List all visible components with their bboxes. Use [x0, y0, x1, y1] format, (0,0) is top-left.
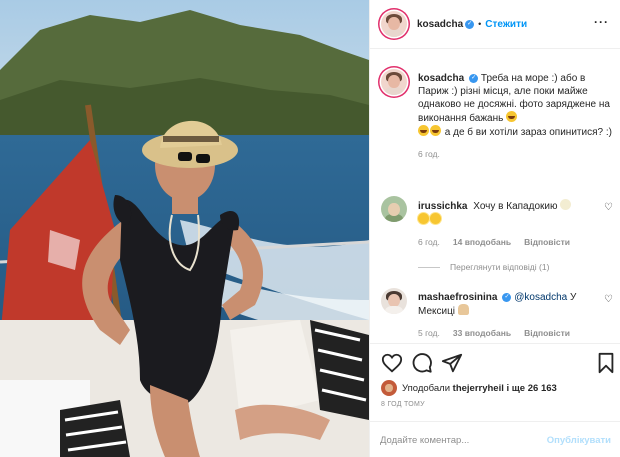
caption-avatar[interactable]	[381, 69, 407, 95]
liker-avatar[interactable]	[381, 380, 397, 396]
action-icons	[381, 352, 617, 376]
verified-badge-icon: ✓	[502, 292, 512, 302]
comment-time[interactable]: 5 год.	[418, 327, 440, 340]
verified-badge-icon: ✓	[469, 73, 479, 83]
liked-by-user[interactable]: thejerryheil	[453, 383, 504, 394]
comment-mention[interactable]: @kosadcha	[514, 292, 567, 303]
commenter-avatar[interactable]	[381, 196, 407, 222]
comment-body: mashaefrosinina ✓ @kosadcha У Мексиці 5 г…	[418, 291, 613, 340]
heart-icon[interactable]: ♡	[604, 294, 613, 305]
caption-text-2: а де б ви хотіли зараз опинитися? :)	[444, 127, 612, 138]
more-options-icon[interactable]: ···	[594, 16, 609, 28]
like-heart-icon[interactable]	[381, 352, 403, 374]
author-info: kosadcha ✓ • Стежити	[417, 19, 527, 30]
post-photo[interactable]	[0, 0, 369, 457]
separator-dot: •	[478, 19, 482, 29]
laughing-emoji-icon	[430, 125, 441, 136]
caption: kosadcha ✓ Треба на море :) або в Париж :…	[381, 69, 613, 179]
liked-by-count[interactable]: і ще 26 163	[507, 383, 557, 394]
comment-meta: 5 год. 33 вподобань Відповісти	[418, 327, 613, 340]
comment-text: Хочу в Кападокию	[473, 201, 558, 212]
actions-section: Уподобали thejerryheil і ще 26 163 8 ГОД…	[370, 343, 620, 448]
caption-meta: 6 год.	[418, 148, 613, 161]
view-replies-button[interactable]: Переглянути відповіді (1)	[418, 262, 549, 272]
liked-by-prefix: Уподобали	[402, 382, 451, 394]
post-time-ago[interactable]: 8 ГОД ТОМУ	[381, 401, 425, 408]
sun-emoji-icon	[430, 213, 441, 224]
heart-icon[interactable]: ♡	[604, 202, 613, 213]
comment-username[interactable]: irussichka	[418, 201, 467, 212]
comment-item: irussichka Хочу в Кападокию 6 год. 14 вп…	[381, 196, 613, 256]
save-bookmark-icon[interactable]	[595, 352, 617, 374]
publish-button[interactable]: Опублікувати	[547, 435, 611, 446]
laughing-emoji-icon	[506, 111, 518, 122]
comment-likes[interactable]: 14 вподобань	[453, 236, 511, 249]
comment-meta: 6 год. 14 вподобань Відповісти	[418, 236, 613, 249]
beach-boat-photo	[0, 0, 369, 457]
comment-icon[interactable]	[411, 352, 433, 374]
comment-body: irussichka Хочу в Кападокию 6 год. 14 вп…	[418, 199, 613, 249]
reply-button[interactable]: Відповісти	[524, 327, 570, 340]
add-comment-bar: Опублікувати	[370, 421, 620, 457]
comment-item: mashaefrosinina ✓ @kosadcha У Мексиці 5 г…	[381, 288, 613, 342]
verified-badge-icon: ✓	[465, 19, 475, 29]
reply-line-divider	[418, 266, 440, 268]
comment-time[interactable]: 6 год.	[418, 236, 440, 249]
caption-username[interactable]: kosadcha	[418, 73, 464, 84]
follow-button[interactable]: Стежити	[485, 19, 527, 30]
praying-hands-emoji-icon	[457, 304, 469, 315]
comment-input[interactable]	[380, 434, 530, 446]
post-panel: kosadcha ✓ • Стежити ··· kosadcha ✓ Треба…	[369, 0, 620, 457]
comment-username[interactable]: mashaefrosinina	[418, 292, 497, 303]
comment-likes[interactable]: 33 вподобань	[453, 327, 511, 340]
caption-time[interactable]: 6 год.	[418, 148, 440, 161]
view-replies-label: Переглянути відповіді (1)	[450, 262, 550, 272]
reply-button[interactable]: Відповісти	[524, 236, 570, 249]
liked-by: Уподобали thejerryheil і ще 26 163	[381, 380, 557, 396]
author-username[interactable]: kosadcha	[417, 19, 463, 30]
commenter-avatar[interactable]	[381, 288, 407, 314]
post-header: kosadcha ✓ • Стежити ···	[370, 0, 620, 49]
share-paper-plane-icon[interactable]	[441, 352, 463, 374]
crescent-moon-emoji-icon	[560, 199, 572, 210]
laughing-emoji-icon	[418, 125, 429, 136]
caption-body: kosadcha ✓ Треба на море :) або в Париж :…	[418, 72, 613, 161]
author-avatar[interactable]	[381, 11, 407, 37]
sun-emoji-icon	[418, 213, 429, 224]
